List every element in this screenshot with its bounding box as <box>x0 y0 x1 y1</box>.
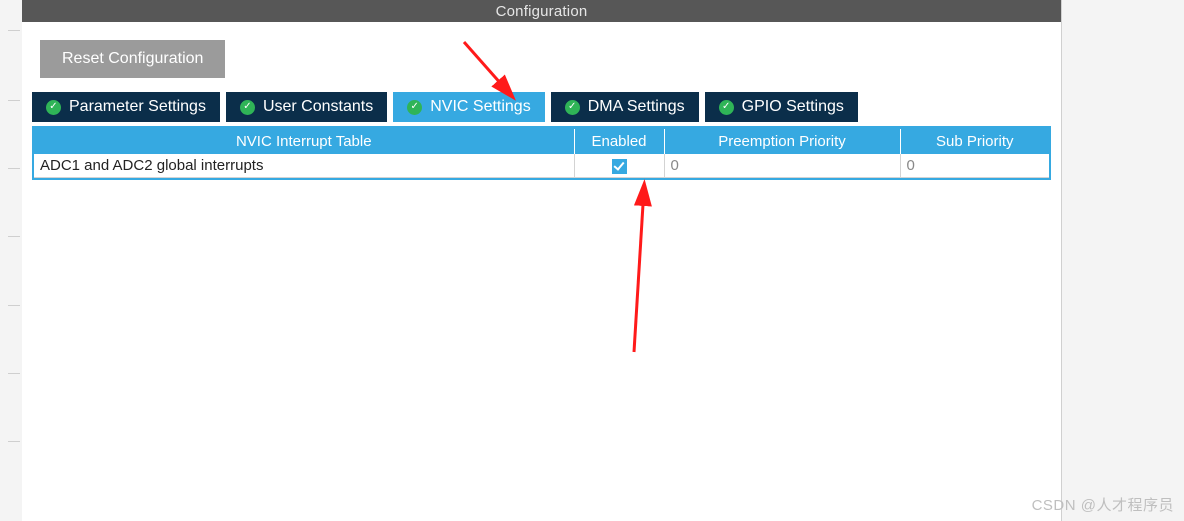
table-row[interactable]: ADC1 and ADC2 global interrupts 0 0 <box>34 154 1049 178</box>
cell-preemption-priority[interactable]: 0 <box>664 154 900 178</box>
ruler-ticks <box>0 0 22 521</box>
nvic-table: NVIC Interrupt Table Enabled Preemption … <box>32 126 1051 180</box>
check-icon: ✓ <box>719 100 734 115</box>
panel-header: Configuration <box>22 0 1061 22</box>
tab-gpio-settings[interactable]: ✓ GPIO Settings <box>705 92 858 122</box>
cell-enabled <box>574 154 664 178</box>
col-header-name[interactable]: NVIC Interrupt Table <box>34 129 574 154</box>
annotation-arrow-checkbox <box>594 182 674 367</box>
reset-configuration-button[interactable]: Reset Configuration <box>40 40 225 78</box>
tab-label: DMA Settings <box>588 98 685 116</box>
col-header-enabled[interactable]: Enabled <box>574 129 664 154</box>
col-header-preemption[interactable]: Preemption Priority <box>664 129 900 154</box>
enabled-checkbox[interactable] <box>612 159 627 174</box>
table-header-row: NVIC Interrupt Table Enabled Preemption … <box>34 129 1049 154</box>
tab-parameter-settings[interactable]: ✓ Parameter Settings <box>32 92 220 122</box>
check-icon: ✓ <box>407 100 422 115</box>
reset-button-label: Reset Configuration <box>62 50 203 67</box>
watermark: CSDN @人才程序员 <box>1032 494 1174 515</box>
tab-user-constants[interactable]: ✓ User Constants <box>226 92 387 122</box>
tab-label: NVIC Settings <box>430 98 530 116</box>
check-icon: ✓ <box>565 100 580 115</box>
check-icon: ✓ <box>240 100 255 115</box>
tab-bar: ✓ Parameter Settings ✓ User Constants ✓ … <box>22 92 1061 122</box>
tab-label: GPIO Settings <box>742 98 844 116</box>
cell-sub-priority[interactable]: 0 <box>900 154 1049 178</box>
col-header-sub[interactable]: Sub Priority <box>900 129 1049 154</box>
panel-title: Configuration <box>496 3 588 20</box>
config-panel: Configuration Reset Configuration ✓ Para… <box>22 0 1062 521</box>
check-icon: ✓ <box>46 100 61 115</box>
tab-label: Parameter Settings <box>69 98 206 116</box>
tab-nvic-settings[interactable]: ✓ NVIC Settings <box>393 92 544 122</box>
cell-interrupt-name: ADC1 and ADC2 global interrupts <box>34 154 574 178</box>
tab-label: User Constants <box>263 98 373 116</box>
tab-dma-settings[interactable]: ✓ DMA Settings <box>551 92 699 122</box>
